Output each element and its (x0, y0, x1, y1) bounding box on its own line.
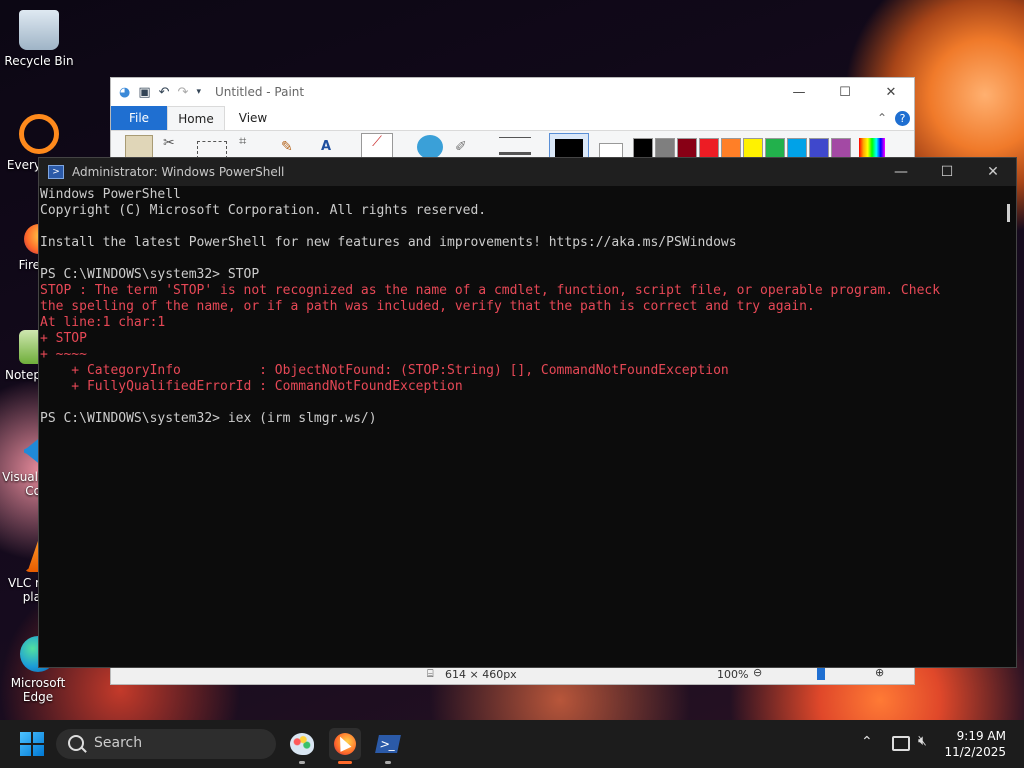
recycle-bin-icon (19, 10, 59, 50)
console-line: + FullyQualifiedErrorId : CommandNotFoun… (40, 379, 463, 394)
taskbar-app-paint[interactable] (286, 728, 318, 764)
paint-title: Untitled - Paint (214, 85, 305, 99)
close-icon[interactable]: ✕ (868, 85, 914, 100)
cut-icon[interactable]: ✂ (163, 135, 175, 151)
search-box[interactable]: Search (56, 729, 276, 759)
maximize-icon[interactable]: ☐ (822, 85, 868, 100)
console-line: + CategoryInfo : ObjectNotFound: (STOP:S… (40, 363, 729, 378)
paint-ribbon-tabs: File Home View ⌃ ? (111, 106, 914, 131)
palette-swatch[interactable] (699, 138, 719, 158)
clock[interactable]: 9:19 AM 11/2/2025 (944, 728, 1006, 760)
tab-view[interactable]: View (225, 106, 281, 130)
taskbar: Search >_ ⌃ 🔇︎ 9:19 AM 11/2/2025 (0, 720, 1024, 768)
powershell-titlebar[interactable]: > Administrator: Windows PowerShell — ☐ … (39, 158, 1016, 186)
volume-muted-icon[interactable]: 🔇︎ (918, 733, 927, 749)
show-hidden-icons-chevron-icon[interactable]: ⌃ (861, 734, 873, 750)
zoom-level: 100% (717, 668, 749, 681)
powershell-icon: >_ (375, 735, 401, 753)
palette-swatch[interactable] (787, 138, 807, 158)
start-button[interactable] (20, 732, 44, 756)
color1-swatch (555, 139, 583, 157)
running-indicator (299, 761, 305, 764)
palette-swatch[interactable] (743, 138, 763, 158)
console-line: Install the latest PowerShell for new fe… (40, 235, 737, 250)
clock-date: 11/2/2025 (944, 745, 1006, 759)
console-scrollbar-thumb[interactable] (1007, 204, 1010, 222)
canvas-size-icon: ⌸ (427, 667, 434, 680)
palette-swatch[interactable] (765, 138, 785, 158)
console-line: + ~~~~ (40, 347, 87, 362)
size-icon[interactable] (499, 137, 531, 155)
tab-file[interactable]: File (111, 106, 167, 130)
paint-window-controls: — ☐ ✕ (776, 85, 914, 100)
minimize-icon[interactable]: — (776, 85, 822, 100)
paint-titlebar[interactable]: ◕ ▣ ↶ ↷ ▾ Untitled - Paint — ☐ ✕ (111, 78, 914, 106)
text-icon[interactable]: A (321, 139, 331, 154)
taskbar-app-powershell[interactable]: >_ (372, 728, 404, 764)
undo-icon[interactable]: ↶ (159, 85, 170, 100)
customize-toolbar-icon[interactable]: ▾ (196, 87, 201, 97)
tab-home[interactable]: Home (167, 106, 225, 130)
crop-icon[interactable]: ⌗ (239, 134, 246, 149)
powershell-title: Administrator: Windows PowerShell (72, 165, 285, 179)
shapes-icon[interactable] (417, 135, 443, 159)
console-line: the spelling of the name, or if a path w… (40, 299, 815, 314)
clock-time: 9:19 AM (956, 729, 1006, 743)
palette-swatch[interactable] (809, 138, 829, 158)
network-icon[interactable] (892, 736, 910, 751)
console-line: + STOP (40, 331, 87, 346)
palette-swatch[interactable] (633, 138, 653, 158)
desktop-icon-recycle-bin[interactable]: Recycle Bin (1, 10, 77, 68)
palette-swatch[interactable] (831, 138, 851, 158)
paint-palette-icon (290, 733, 314, 755)
search-icon (68, 735, 84, 751)
quick-access-toolbar: ◕ ▣ ↶ ↷ ▾ (111, 85, 209, 100)
edit-colors-icon[interactable] (859, 138, 885, 158)
console-output[interactable]: Windows PowerShell Copyright (C) Microsof… (39, 186, 1016, 427)
console-line: STOP : The term 'STOP' is not recognized… (40, 283, 941, 298)
powershell-window-controls: — ☐ ✕ (878, 164, 1016, 180)
collapse-ribbon-icon[interactable]: ⌃ (877, 111, 895, 125)
paint-app-icon: ◕ (119, 84, 131, 100)
palette-swatch[interactable] (655, 138, 675, 158)
outline-icon[interactable]: ✐ (455, 139, 467, 155)
help-icon[interactable]: ? (895, 110, 910, 126)
maximize-icon[interactable]: ☐ (924, 164, 970, 180)
console-line: Copyright (C) Microsoft Corporation. All… (40, 203, 487, 218)
powershell-icon: > (48, 165, 64, 179)
powershell-window[interactable]: > Administrator: Windows PowerShell — ☐ … (38, 157, 1017, 668)
console-line: Windows PowerShell (40, 187, 181, 202)
palette-swatch[interactable] (721, 138, 741, 158)
minimize-icon[interactable]: — (878, 164, 924, 180)
console-line: At line:1 char:1 (40, 315, 166, 330)
redo-icon[interactable]: ↷ (178, 85, 189, 100)
save-icon[interactable]: ▣ (138, 85, 150, 100)
desktop-icon-label: Microsoft (10, 676, 66, 690)
desktop-icon-label: Recycle Bin (4, 54, 74, 68)
console-line: PS C:\WINDOWS\system32> iex (irm slmgr.w… (40, 411, 377, 426)
running-indicator (338, 761, 352, 764)
zoom-slider-thumb[interactable] (817, 668, 825, 680)
search-label: Search (94, 735, 143, 751)
windows-logo-icon (20, 732, 44, 756)
pencil-icon[interactable]: ✎ (281, 139, 293, 155)
close-icon[interactable]: ✕ (970, 164, 1016, 180)
running-indicator (385, 761, 391, 764)
desktop-icon-label: Edge (22, 690, 54, 704)
brushes-icon[interactable]: ⟋ (361, 133, 393, 159)
everything-search-icon (19, 114, 59, 154)
canvas-size-text: 614 × 460px (445, 668, 517, 681)
palette-swatch[interactable] (677, 138, 697, 158)
console-line: PS C:\WINDOWS\system32> STOP (40, 267, 260, 282)
